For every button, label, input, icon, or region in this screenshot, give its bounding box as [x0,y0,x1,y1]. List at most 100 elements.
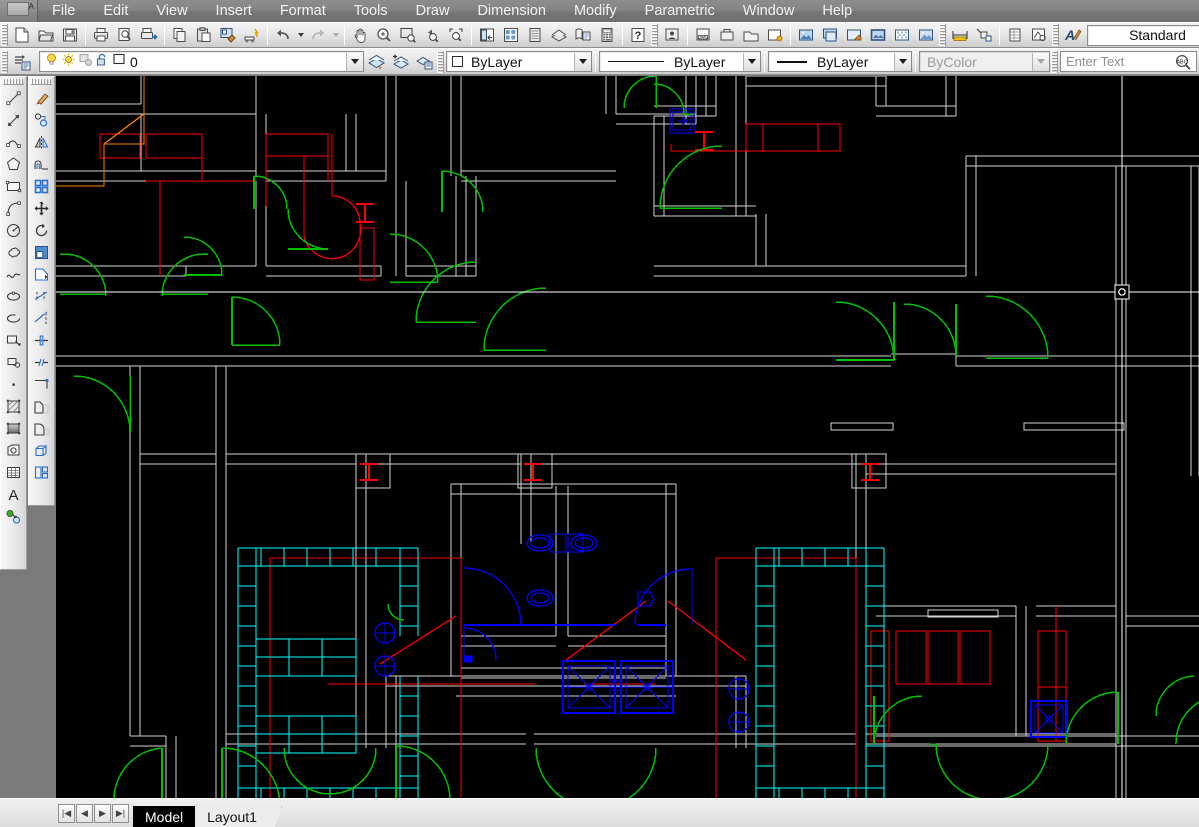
block-editor-button[interactable] [240,24,264,47]
attach-underlay-button[interactable] [763,24,787,47]
paste-button[interactable] [192,24,216,47]
quick-leader-button[interactable] [972,24,996,47]
freeze-viewport-icon[interactable] [78,52,93,72]
break-at-point-tool[interactable] [30,329,53,351]
menu-view[interactable]: View [142,0,201,22]
arc-tool[interactable] [2,197,25,219]
table-tool[interactable] [2,461,25,483]
sun-icon[interactable] [61,52,76,72]
plotstyle-combo[interactable]: ByColor [919,51,1050,72]
plotstyle-dropdown[interactable] [1032,52,1049,71]
zoom-previous-button[interactable] [420,24,444,47]
attach-xref-button[interactable] [715,24,739,47]
markup-set-button[interactable] [571,24,595,47]
break-tool[interactable] [30,351,53,373]
calculator-button[interactable] [595,24,619,47]
linear-dimension-button[interactable] [948,24,972,47]
scale-tool[interactable] [30,241,53,263]
chamfer-tool[interactable] [30,395,53,417]
make-block-tool[interactable] [2,351,25,373]
modify-toolbar-grip[interactable] [31,78,52,85]
properties-button[interactable] [475,24,499,47]
redo-button[interactable] [306,24,330,47]
lineweight-combo[interactable]: ByLayer [768,51,912,72]
drawing-canvas[interactable] [56,76,1199,798]
menu-format[interactable]: Format [266,0,340,22]
adjust-image-button[interactable] [842,24,866,47]
sheet-set-button[interactable] [547,24,571,47]
spline-tool[interactable] [2,263,25,285]
linetype-dropdown[interactable] [743,52,760,71]
explode-tool[interactable] [30,461,53,483]
menu-modify[interactable]: Modify [560,0,631,22]
3d-array-tool[interactable] [30,439,53,461]
design-center-button[interactable] [499,24,523,47]
undo-dropdown[interactable] [295,24,306,47]
menu-parametric[interactable]: Parametric [631,0,729,22]
next-layout-button[interactable]: ▶ [94,803,111,823]
plot-button[interactable] [89,24,113,47]
plot-preview-button[interactable] [113,24,137,47]
menu-window[interactable]: Window [729,0,809,22]
polygon-tool[interactable] [2,153,25,175]
previous-layout-button[interactable]: ◀ [76,803,93,823]
zoom-window-button[interactable] [396,24,420,47]
toolbar-grip[interactable] [651,24,658,46]
construction-line-tool[interactable] [2,109,25,131]
trim-tool[interactable] [30,285,53,307]
offset-tool[interactable] [30,153,53,175]
join-tool[interactable] [30,373,53,395]
copy-button[interactable] [168,24,192,47]
copy-tool[interactable] [30,109,53,131]
mirror-tool[interactable] [30,131,53,153]
toolbar-grip[interactable] [1,50,8,73]
search-input[interactable]: Enter Text ABC [1060,51,1197,72]
toolbar-grip[interactable] [1051,50,1058,73]
tool-palettes-button[interactable] [523,24,547,47]
region-tool[interactable] [2,439,25,461]
move-tool[interactable] [30,197,53,219]
rectangle-tool[interactable] [2,175,25,197]
erase-tool[interactable] [30,87,53,109]
image-quality-button[interactable] [890,24,914,47]
layer-properties-icon[interactable] [10,50,36,73]
stretch-tool[interactable] [30,263,53,285]
zoom-realtime-button[interactable] [372,24,396,47]
hatch-tool[interactable] [2,395,25,417]
undo-button[interactable] [271,24,295,47]
clip-image-button[interactable] [818,24,842,47]
insert-block-tool[interactable] [2,329,25,351]
line-tool[interactable] [2,87,25,109]
ellipse-arc-tool[interactable] [2,307,25,329]
layer-dropdown[interactable] [346,52,363,71]
menu-file[interactable]: File [38,0,89,22]
toolbar-grip[interactable] [1052,24,1059,46]
text-style-icon[interactable]: A [1061,24,1085,47]
layer-color-icon[interactable] [112,52,126,71]
qnew-button[interactable] [10,24,34,47]
rotate-tool[interactable] [30,219,53,241]
polyline-tool[interactable] [2,131,25,153]
linetype-combo[interactable]: ByLayer [599,51,761,72]
match-properties-button[interactable] [216,24,240,47]
toolbar-grip[interactable] [437,50,444,73]
menu-help[interactable]: Help [808,0,866,22]
toolbar-grip[interactable] [939,24,946,46]
multiline-text-tool[interactable]: A [2,483,25,505]
save-button[interactable] [58,24,82,47]
image-transparency-button[interactable] [914,24,938,47]
menu-insert[interactable]: Insert [202,0,266,22]
layer-combo[interactable]: 0 [39,51,364,72]
layer-states-button[interactable] [412,50,436,73]
add-selected-tool[interactable] [2,505,25,527]
point-tool[interactable] [2,373,25,395]
menu-edit[interactable]: Edit [89,0,142,22]
extend-tool[interactable] [30,307,53,329]
color-dropdown[interactable] [574,52,591,71]
publish-button[interactable] [137,24,161,47]
image-frame-button[interactable] [866,24,890,47]
make-object-layer-current-button[interactable] [388,50,412,73]
unlock-icon[interactable] [95,52,110,72]
tab-model[interactable]: Model [133,805,209,827]
circle-tool[interactable] [2,219,25,241]
